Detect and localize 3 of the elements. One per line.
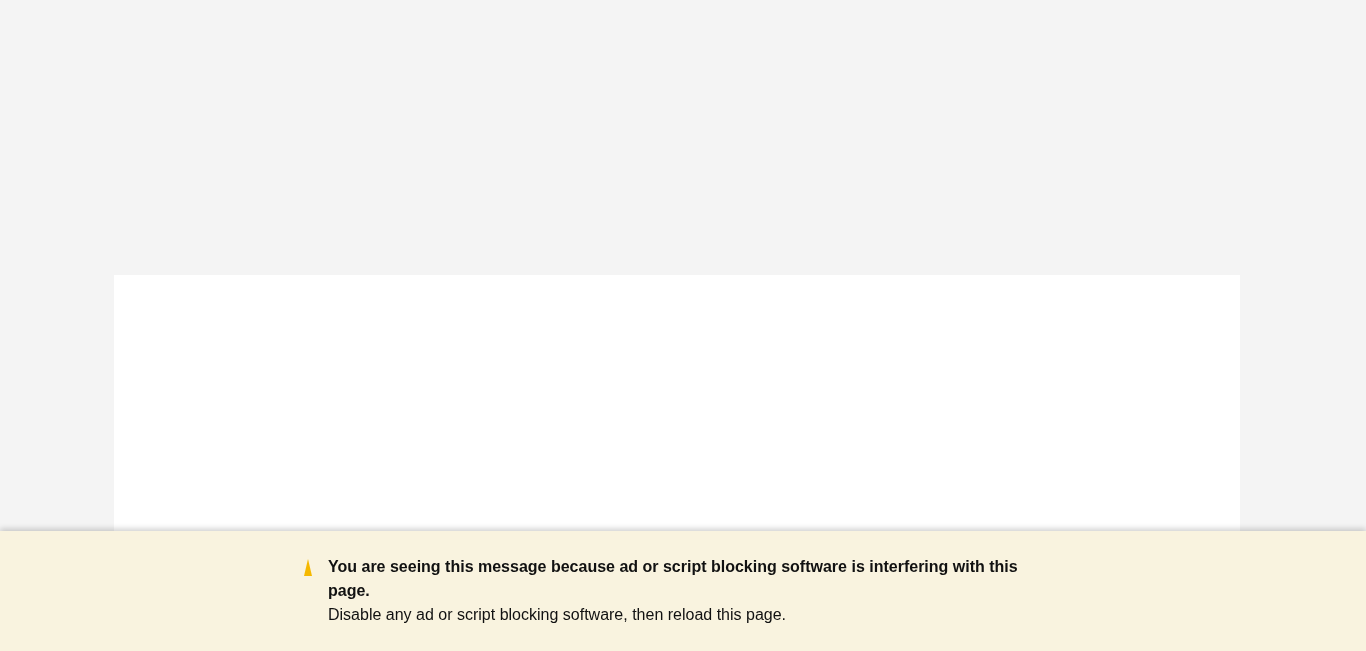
notice-title: You are seeing this message because ad or script blocking software is interfering with this page.	[328, 557, 1019, 601]
notice-message: Disable any ad or script blocking software, then reload this page.	[328, 605, 788, 625]
warning-icon	[303, 559, 313, 576]
